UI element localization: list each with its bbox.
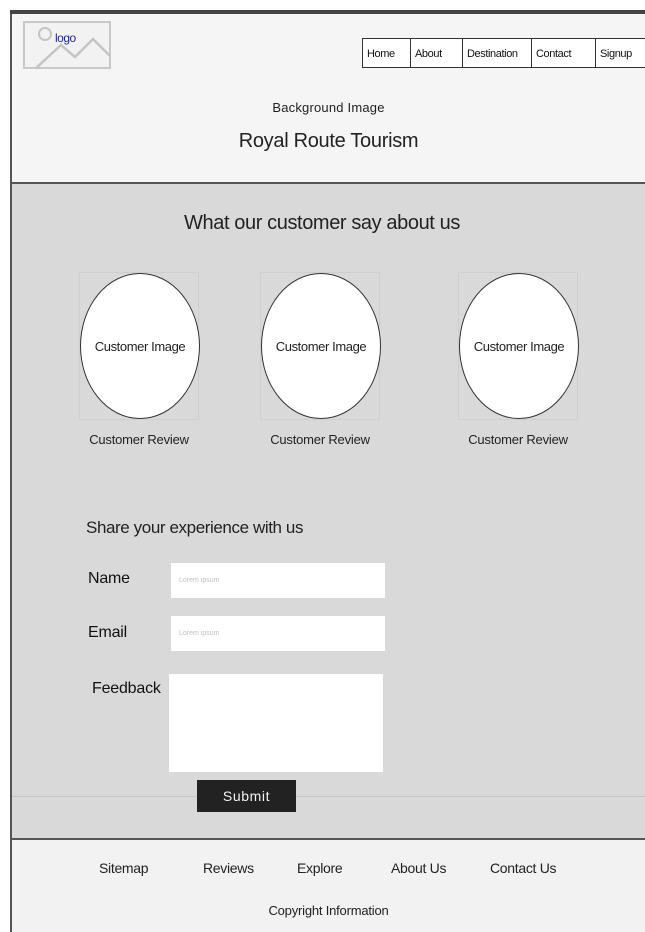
logo-text: logo	[55, 31, 76, 45]
nav-signup[interactable]: Signup	[595, 38, 645, 68]
background-image-label: Background Image	[272, 100, 385, 115]
site-title: Royal Route Tourism	[238, 130, 419, 152]
footer-link-about-us[interactable]: About Us	[391, 860, 446, 876]
header: logo Home About Destination Contact Sign…	[12, 14, 645, 184]
customer-image: Customer Image	[459, 273, 579, 419]
name-label: Name	[88, 570, 130, 587]
customer-review: Customer Review	[270, 432, 370, 447]
testimonial-card: Customer Image	[79, 272, 200, 420]
testimonial-card: Customer Image	[458, 272, 579, 420]
footer-link-reviews[interactable]: Reviews	[203, 860, 254, 876]
image-placeholder-icon	[35, 27, 109, 67]
footer-link-contact-us[interactable]: Contact Us	[490, 860, 557, 876]
customer-review: Customer Review	[468, 432, 568, 447]
nav-destination[interactable]: Destination	[462, 38, 531, 68]
footer-link-sitemap[interactable]: Sitemap	[99, 860, 149, 876]
email-label: Email	[88, 624, 128, 641]
testimonials-title: What our customer say about us	[184, 212, 460, 234]
footer-link-explore[interactable]: Explore	[297, 860, 343, 876]
customer-image-label: Customer Image	[275, 338, 367, 354]
main-content: What our customer say about us Customer …	[12, 184, 645, 840]
logo[interactable]: logo	[23, 21, 111, 69]
form-divider	[12, 796, 645, 797]
name-input[interactable]	[171, 563, 385, 598]
feedback-form-title: Share your experience with us	[86, 518, 304, 537]
nav-home[interactable]: Home	[362, 38, 410, 68]
testimonial-card: Customer Image	[260, 272, 381, 420]
customer-review: Customer Review	[89, 432, 189, 447]
copyright: Copyright Information	[268, 903, 389, 918]
customer-image-label: Customer Image	[94, 338, 186, 354]
customer-image: Customer Image	[261, 273, 381, 419]
nav-contact[interactable]: Contact	[531, 38, 595, 68]
main-nav: Home About Destination Contact Signup	[362, 38, 645, 68]
customer-image-label: Customer Image	[473, 338, 565, 354]
submit-button[interactable]: Submit	[197, 780, 296, 812]
customer-image: Customer Image	[80, 273, 200, 419]
feedback-label: Feedback	[92, 680, 161, 697]
email-input[interactable]	[171, 616, 385, 651]
feedback-textarea[interactable]	[169, 674, 383, 772]
footer: Sitemap Reviews Explore About Us Contact…	[12, 840, 645, 932]
nav-about[interactable]: About	[410, 38, 462, 68]
